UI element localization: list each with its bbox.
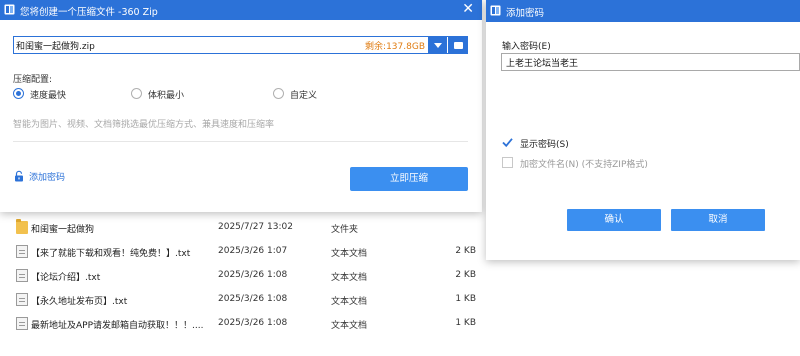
text-file-icon bbox=[16, 293, 28, 306]
text-file-icon bbox=[16, 245, 28, 258]
file-row[interactable]: 【永久地址发布页】.txt 2025/3/26 1:08 文本文档 1 KB bbox=[0, 288, 800, 312]
browse-folder-button[interactable] bbox=[447, 37, 467, 53]
compress-dialog: 您将创建一个压缩文件 -360 Zip ✕ 剩余:137.8GB 压缩配置: 速… bbox=[0, 0, 482, 212]
password-label: 输入密码(E) bbox=[502, 42, 551, 52]
file-type: 文本文档 bbox=[331, 297, 368, 307]
encrypt-filenames-label: 加密文件名(N) (不支持ZIP格式) bbox=[520, 160, 648, 170]
file-row[interactable]: 最新地址及APP请发邮箱自动获取！！！.... 2025/3/26 1:08 文… bbox=[0, 312, 800, 336]
archive-name-field: 剩余:137.8GB bbox=[13, 36, 468, 54]
chevron-down-icon[interactable] bbox=[427, 37, 447, 53]
file-date: 2025/3/26 1:07 bbox=[218, 246, 288, 256]
radio-label: 体积最小 bbox=[148, 91, 185, 101]
file-name: 【永久地址发布页】.txt bbox=[31, 297, 128, 307]
file-date: 2025/3/26 1:08 bbox=[218, 318, 288, 328]
file-size: 2 KB bbox=[455, 246, 476, 256]
radio-label: 自定义 bbox=[290, 91, 318, 101]
compress-now-button[interactable]: 立即压缩 bbox=[350, 167, 468, 191]
close-icon[interactable]: ✕ bbox=[462, 1, 474, 17]
free-space-label: 剩余:137.8GB bbox=[365, 42, 425, 52]
file-date: 2025/3/26 1:08 bbox=[218, 294, 288, 304]
file-row[interactable]: 【论坛介绍】.txt 2025/3/26 1:08 文本文档 2 KB bbox=[0, 264, 800, 288]
checkmark-icon[interactable] bbox=[502, 137, 513, 148]
title-bar: 您将创建一个压缩文件 -360 Zip ✕ bbox=[0, 0, 482, 20]
file-date: 2025/3/26 1:08 bbox=[218, 270, 288, 280]
file-size: 1 KB bbox=[455, 318, 476, 328]
divider bbox=[13, 141, 468, 142]
confirm-button[interactable]: 确认 bbox=[567, 209, 661, 231]
folder-icon bbox=[454, 42, 463, 49]
app-logo-icon bbox=[490, 5, 501, 16]
add-password-dialog: 添加密码 输入密码(E) 显示密码(S) 加密文件名(N) (不支持ZIP格式)… bbox=[486, 0, 800, 260]
file-type: 文本文档 bbox=[331, 249, 368, 259]
file-type: 文件夹 bbox=[331, 225, 359, 235]
file-size: 2 KB bbox=[455, 270, 476, 280]
file-type: 文本文档 bbox=[331, 273, 368, 283]
dialog-title: 添加密码 bbox=[506, 8, 545, 19]
folder-icon bbox=[16, 219, 28, 234]
file-name: 最新地址及APP请发邮箱自动获取！！！.... bbox=[31, 321, 204, 331]
radio-circle[interactable] bbox=[13, 88, 24, 99]
radio-circle[interactable] bbox=[131, 88, 142, 99]
dialog-title: 您将创建一个压缩文件 -360 Zip bbox=[20, 7, 158, 18]
password-input[interactable] bbox=[501, 53, 800, 71]
file-date: 2025/7/27 13:02 bbox=[218, 222, 293, 232]
file-name: 和闺蜜一起做狗 bbox=[31, 225, 95, 235]
file-name: 【来了就能下载和观看！纯免费！】.txt bbox=[31, 249, 191, 259]
file-size: 1 KB bbox=[455, 294, 476, 304]
checkbox-box[interactable] bbox=[502, 157, 513, 168]
text-file-icon bbox=[16, 269, 28, 282]
cancel-button[interactable]: 取消 bbox=[671, 209, 765, 231]
file-type: 文本文档 bbox=[331, 321, 368, 331]
radio-label: 速度最快 bbox=[30, 91, 67, 101]
hint-text: 智能为图片、视频、文档筛挑选最优压缩方式、兼具速度和压缩率 bbox=[13, 120, 275, 130]
file-name: 【论坛介绍】.txt bbox=[31, 273, 101, 283]
text-file-icon bbox=[16, 317, 28, 330]
title-bar: 添加密码 bbox=[486, 0, 800, 22]
app-logo-icon bbox=[4, 4, 15, 15]
radio-circle[interactable] bbox=[273, 88, 284, 99]
add-password-label: 添加密码 bbox=[29, 173, 66, 183]
lock-icon bbox=[15, 170, 23, 182]
show-password-label: 显示密码(S) bbox=[520, 140, 569, 150]
compression-config-label: 压缩配置: bbox=[13, 75, 53, 85]
archive-name-input[interactable] bbox=[16, 37, 356, 53]
